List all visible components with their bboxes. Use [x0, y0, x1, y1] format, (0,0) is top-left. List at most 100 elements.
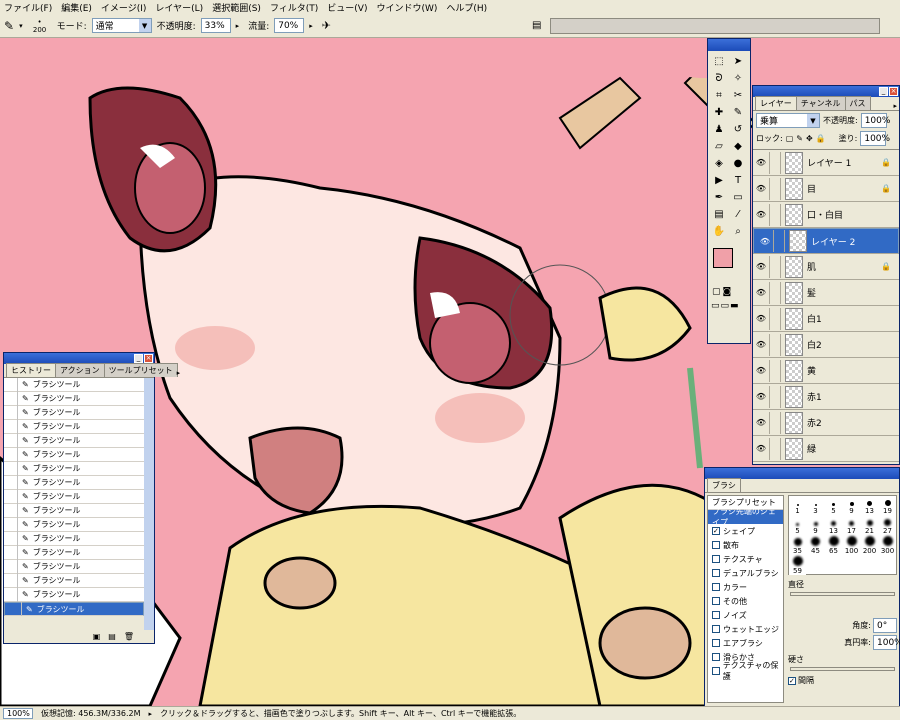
mode-select[interactable]: 通常 ▼ — [91, 18, 152, 33]
history-item[interactable]: ✎ ブラシツール — [4, 602, 144, 616]
layer-row[interactable]: 👁 肌 🔒 — [753, 254, 899, 280]
layer-row[interactable]: 👁 目 🔒 — [753, 176, 899, 202]
option-checkbox[interactable] — [712, 569, 720, 577]
eye-icon[interactable]: 👁 — [753, 288, 769, 297]
brush-tip[interactable]: 9 — [807, 516, 824, 535]
brush-tool-icon[interactable]: ✎ — [4, 19, 14, 33]
menu-item[interactable]: ヘルプ(H) — [446, 1, 487, 14]
minimize-icon[interactable]: _ — [134, 354, 143, 363]
menu-item[interactable]: フィルタ(T) — [270, 1, 318, 14]
option-checkbox[interactable] — [712, 583, 720, 591]
blend-mode-select[interactable]: 乗算 ▼ — [756, 113, 820, 128]
tab-paths[interactable]: パス — [844, 96, 871, 110]
brush-option[interactable]: デュアルブラシ — [708, 566, 783, 580]
panel-menu-arrow-icon[interactable]: ▸ — [893, 102, 897, 110]
foreground-color[interactable] — [713, 248, 733, 268]
file-browser-icon[interactable]: ▤ — [532, 20, 541, 31]
layer-row[interactable]: 👁 赤1 — [753, 384, 899, 410]
fill-input[interactable]: 100% — [860, 131, 890, 146]
hand-icon[interactable]: ✋ — [711, 223, 727, 239]
marquee-icon[interactable]: ⬚ — [711, 53, 727, 69]
option-checkbox[interactable] — [712, 555, 720, 563]
menu-item[interactable]: ウインドウ(W) — [376, 1, 437, 14]
menu-item[interactable]: ビュー(V) — [327, 1, 367, 14]
close-icon[interactable]: × — [889, 87, 898, 96]
flow-slider-arrow-icon[interactable]: ▸ — [309, 22, 313, 30]
layer-row[interactable]: 👁 レイヤー 2 — [753, 228, 899, 254]
history-brush-icon[interactable]: ↺ — [730, 121, 746, 137]
history-item[interactable]: ✎ ブラシツール — [4, 531, 144, 546]
eye-icon[interactable]: 👁 — [757, 237, 773, 246]
lock-paint-icon[interactable]: ✎ — [796, 134, 803, 143]
diameter-slider[interactable] — [790, 592, 895, 596]
clone-stamp-icon[interactable]: ♟ — [711, 121, 727, 137]
brush-tip[interactable]: 5 — [789, 516, 806, 535]
menu-item[interactable]: イメージ(I) — [101, 1, 147, 14]
link-toggle[interactable] — [769, 151, 781, 174]
option-checkbox[interactable] — [712, 625, 720, 633]
history-item[interactable]: ✎ ブラシツール — [4, 573, 144, 588]
blur-icon[interactable]: ◈ — [711, 155, 727, 171]
path-select-icon[interactable]: ▶ — [711, 172, 727, 188]
history-snapshot-checkbox[interactable] — [4, 461, 18, 476]
brush-tip[interactable]: 19 — [879, 496, 896, 515]
status-arrow-icon[interactable]: ▸ — [149, 710, 153, 718]
layer-row[interactable]: 👁 緑 — [753, 436, 899, 462]
tool-preset-dropdown[interactable]: ▾ — [19, 22, 23, 30]
option-checkbox[interactable] — [712, 541, 720, 549]
link-toggle[interactable] — [769, 281, 781, 304]
magic-wand-icon[interactable]: ✧ — [730, 70, 746, 86]
history-snapshot-checkbox[interactable] — [4, 587, 18, 602]
opacity-slider-arrow-icon[interactable]: ▸ — [236, 22, 240, 30]
eye-icon[interactable]: 👁 — [753, 418, 769, 427]
history-snapshot-checkbox[interactable] — [4, 573, 18, 588]
brush-tip[interactable]: 300 — [879, 536, 896, 555]
brush-tip-shape-section[interactable]: ブラシ先端のシェイプ — [708, 507, 783, 527]
eye-icon[interactable]: 👁 — [753, 184, 769, 193]
quickmask-mode-icon[interactable]: ◙ — [723, 287, 732, 297]
brush-tip[interactable]: 3 — [807, 496, 824, 515]
link-toggle[interactable] — [769, 255, 781, 278]
standard-mode-icon[interactable]: ▢ — [712, 287, 721, 297]
brush-tip[interactable]: 13 — [825, 516, 842, 535]
brush-tip[interactable]: 17 — [843, 516, 860, 535]
history-item[interactable]: ✎ ブラシツール — [4, 503, 144, 518]
brush-tip[interactable]: 27 — [879, 516, 896, 535]
tab-actions[interactable]: アクション — [55, 363, 105, 377]
history-snapshot-checkbox[interactable] — [8, 602, 22, 616]
history-item[interactable]: ✎ ブラシツール — [4, 461, 144, 476]
zoom-input[interactable]: 100% — [3, 708, 33, 719]
tab-layers[interactable]: レイヤー — [755, 96, 797, 110]
angle-input[interactable]: 0° — [873, 618, 897, 633]
new-snapshot-icon[interactable]: ▤ — [108, 632, 116, 641]
zoom-icon[interactable]: ⌕ — [730, 223, 746, 239]
history-item[interactable]: ✎ ブラシツール — [4, 587, 144, 602]
history-item[interactable]: ✎ ブラシツール — [4, 489, 144, 504]
history-item[interactable]: ✎ ブラシツール — [4, 447, 144, 462]
brush-option[interactable]: 散布 — [708, 538, 783, 552]
brush-option[interactable]: テクスチャの保護 — [708, 661, 783, 681]
brush-size-picker[interactable]: • 200 — [28, 18, 52, 34]
screen-standard-icon[interactable]: ▭ — [711, 301, 720, 311]
history-item[interactable]: ✎ ブラシツール — [4, 475, 144, 490]
link-toggle[interactable] — [769, 203, 781, 226]
history-snapshot-checkbox[interactable] — [4, 433, 18, 448]
tab-brushes[interactable]: ブラシ — [707, 478, 741, 492]
trash-icon[interactable]: 🗑 — [124, 632, 134, 641]
link-toggle[interactable] — [769, 177, 781, 200]
brush-icon[interactable]: ✎ — [730, 104, 746, 120]
eye-icon[interactable]: 👁 — [753, 340, 769, 349]
option-checkbox[interactable] — [712, 667, 720, 675]
healing-brush-icon[interactable]: ✚ — [711, 104, 727, 120]
history-snapshot-checkbox[interactable] — [4, 378, 18, 392]
lock-transparency-icon[interactable]: ▢ — [786, 134, 794, 143]
type-icon[interactable]: T — [730, 172, 746, 188]
link-toggle[interactable] — [769, 307, 781, 330]
brush-tip[interactable]: 21 — [861, 516, 878, 535]
link-toggle[interactable] — [769, 385, 781, 408]
flow-input[interactable]: 70% — [274, 18, 305, 33]
pen-icon[interactable]: ✒ — [711, 189, 727, 205]
brush-option[interactable]: テクスチャ — [708, 552, 783, 566]
history-item[interactable]: ✎ ブラシツール — [4, 559, 144, 574]
layer-row[interactable]: 👁 白1 — [753, 306, 899, 332]
